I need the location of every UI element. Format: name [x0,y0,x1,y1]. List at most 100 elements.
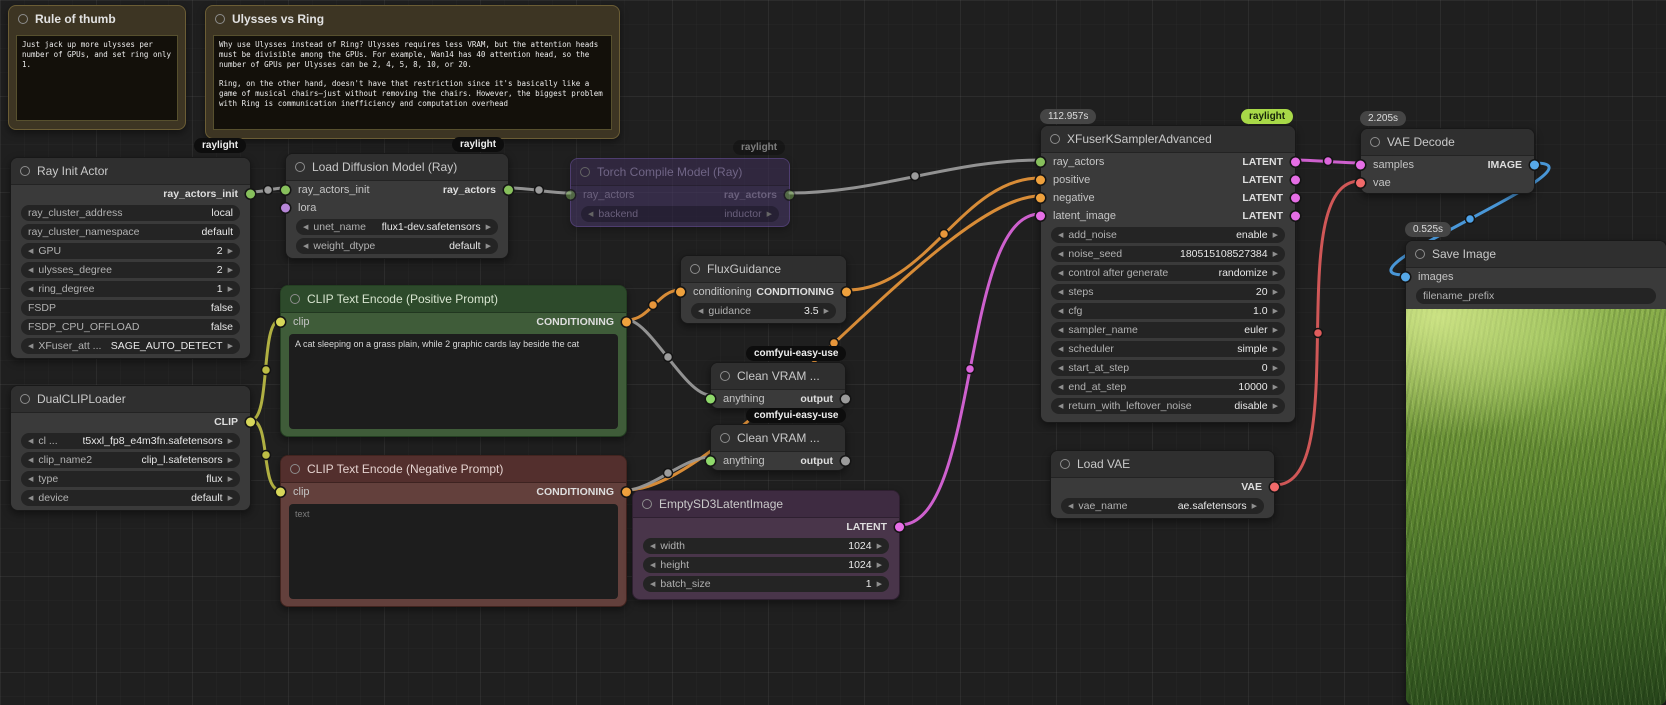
decrement-arrow-icon[interactable]: ◀ [28,247,33,255]
node-header[interactable]: Load Diffusion Model (Ray) [286,154,508,181]
increment-arrow-icon[interactable]: ▶ [486,223,491,231]
node-header[interactable]: DualCLIPLoader [11,386,250,413]
widget-end-at-step[interactable]: ◀ end_at_step 10000 ▶ [1051,379,1285,395]
node-load-diffusion-model-ray[interactable]: Load Diffusion Model (Ray) ray_actors_in… [281,153,513,259]
node-clean-vram-1[interactable]: Clean VRAM ... anything output [706,362,850,409]
node-header[interactable]: Torch Compile Model (Ray) [571,159,789,186]
widget-fsdp-cpu-offload[interactable]: FSDP_CPU_OFFLOAD false [21,319,240,335]
increment-arrow-icon[interactable]: ▶ [228,247,233,255]
decrement-arrow-icon[interactable]: ◀ [588,210,593,218]
decrement-arrow-icon[interactable]: ◀ [1058,307,1063,315]
node-header[interactable]: FluxGuidance [681,256,846,283]
input-port-ray-actors-init[interactable] [281,185,290,195]
widget-ulysses-degree[interactable]: ◀ ulysses_degree 2 ▶ [21,262,240,278]
prompt-textarea[interactable]: text [289,504,618,599]
widget-fsdp[interactable]: FSDP false [21,300,240,316]
decrement-arrow-icon[interactable]: ◀ [698,307,703,315]
output-port-conditioning[interactable] [622,487,631,497]
collapse-toggle-icon[interactable] [1050,134,1060,144]
increment-arrow-icon[interactable]: ▶ [1273,288,1278,296]
collapse-toggle-icon[interactable] [1370,137,1380,147]
output-port-image[interactable] [1530,160,1539,170]
node-header[interactable]: Ray Init Actor [11,158,250,185]
increment-arrow-icon[interactable]: ▶ [824,307,829,315]
node-header[interactable]: XFuserKSamplerAdvanced [1041,126,1295,153]
node-vae-decode[interactable]: VAE Decode samples IMAGE vae [1356,128,1539,194]
widget-width[interactable]: ◀ width 1024 ▶ [643,538,889,554]
node-torch-compile-model-ray[interactable]: Torch Compile Model (Ray) ray_actors ray… [566,158,794,227]
decrement-arrow-icon[interactable]: ◀ [1058,364,1063,372]
output-port-latent-3[interactable] [1291,193,1300,203]
widget-clip-name1[interactable]: ◀ cl ... t5xxl_fp8_e4m3fn.safetensors ▶ [21,433,240,449]
increment-arrow-icon[interactable]: ▶ [228,266,233,274]
input-port-ray-actors[interactable] [566,190,575,200]
increment-arrow-icon[interactable]: ▶ [1273,383,1278,391]
input-port-conditioning[interactable] [676,287,685,297]
widget-guidance[interactable]: ◀ guidance 3.5 ▶ [691,303,836,319]
input-port-vae[interactable] [1356,178,1365,188]
decrement-arrow-icon[interactable]: ◀ [28,494,33,502]
output-port-output[interactable] [841,456,850,466]
widget-start-at-step[interactable]: ◀ start_at_step 0 ▶ [1051,360,1285,376]
output-port-latent[interactable] [895,522,904,532]
node-header[interactable]: Save Image [1406,241,1666,268]
output-port-ray-actors[interactable] [785,190,794,200]
increment-arrow-icon[interactable]: ▶ [1273,269,1278,277]
node-clean-vram-2[interactable]: Clean VRAM ... anything output [706,424,850,471]
input-port-clip[interactable] [276,487,285,497]
input-port-anything[interactable] [706,394,715,404]
increment-arrow-icon[interactable]: ▶ [228,342,233,350]
input-port-negative[interactable] [1036,193,1045,203]
node-header[interactable]: CLIP Text Encode (Negative Prompt) [281,456,626,483]
collapse-toggle-icon[interactable] [295,162,305,172]
widget-filename-prefix[interactable]: filename_prefix [1416,288,1656,304]
input-port-clip[interactable] [276,317,285,327]
node-header[interactable]: Clean VRAM ... [711,425,845,452]
decrement-arrow-icon[interactable]: ◀ [303,242,308,250]
decrement-arrow-icon[interactable]: ◀ [28,456,33,464]
widget-ray-cluster-address[interactable]: ray_cluster_address local [21,205,240,221]
increment-arrow-icon[interactable]: ▶ [1273,326,1278,334]
node-header[interactable]: VAE Decode [1361,129,1534,156]
increment-arrow-icon[interactable]: ▶ [1273,345,1278,353]
node-header[interactable]: Load VAE [1051,451,1274,478]
prompt-textarea[interactable]: A cat sleeping on a grass plain, while 2… [289,334,618,429]
collapse-toggle-icon[interactable] [290,464,300,474]
input-port-latent-image[interactable] [1036,211,1045,221]
input-port-positive[interactable] [1036,175,1045,185]
output-port-output[interactable] [841,394,850,404]
widget-add-noise[interactable]: ◀ add_noise enable ▶ [1051,227,1285,243]
note-header[interactable]: Ulysses vs Ring [206,6,619,32]
node-save-image[interactable]: Save Image images filename_prefix [1401,240,1666,705]
decrement-arrow-icon[interactable]: ◀ [650,580,655,588]
decrement-arrow-icon[interactable]: ◀ [28,475,33,483]
increment-arrow-icon[interactable]: ▶ [228,456,233,464]
node-graph-canvas[interactable]: Rule of thumb Just jack up more ulysses … [0,0,1666,705]
widget-xfuser-attention[interactable]: ◀ XFuser_att ... SAGE_AUTO_DETECT ▶ [21,338,240,354]
input-port-samples[interactable] [1356,160,1365,170]
increment-arrow-icon[interactable]: ▶ [228,494,233,502]
collapse-toggle-icon[interactable] [18,14,28,24]
increment-arrow-icon[interactable]: ▶ [228,285,233,293]
output-port-ray-actors[interactable] [504,185,513,195]
collapse-toggle-icon[interactable] [720,433,730,443]
increment-arrow-icon[interactable]: ▶ [1252,502,1257,510]
decrement-arrow-icon[interactable]: ◀ [28,342,33,350]
input-port-anything[interactable] [706,456,715,466]
collapse-toggle-icon[interactable] [580,167,590,177]
input-port-images[interactable] [1401,272,1410,282]
collapse-toggle-icon[interactable] [290,294,300,304]
collapse-toggle-icon[interactable] [690,264,700,274]
note-ulysses-vs-ring[interactable]: Ulysses vs Ring Why use Ulysses instead … [205,5,620,139]
increment-arrow-icon[interactable]: ▶ [228,475,233,483]
output-port-clip[interactable] [246,417,255,427]
output-port-latent-2[interactable] [1291,175,1300,185]
widget-noise-seed[interactable]: ◀ noise_seed 180515108527384 ▶ [1051,246,1285,262]
widget-vae-name[interactable]: ◀ vae_name ae.safetensors ▶ [1061,498,1264,514]
widget-device[interactable]: ◀ device default ▶ [21,490,240,506]
decrement-arrow-icon[interactable]: ◀ [1058,250,1063,258]
increment-arrow-icon[interactable]: ▶ [877,542,882,550]
widget-height[interactable]: ◀ height 1024 ▶ [643,557,889,573]
collapse-toggle-icon[interactable] [642,499,652,509]
widget-sampler-name[interactable]: ◀ sampler_name euler ▶ [1051,322,1285,338]
